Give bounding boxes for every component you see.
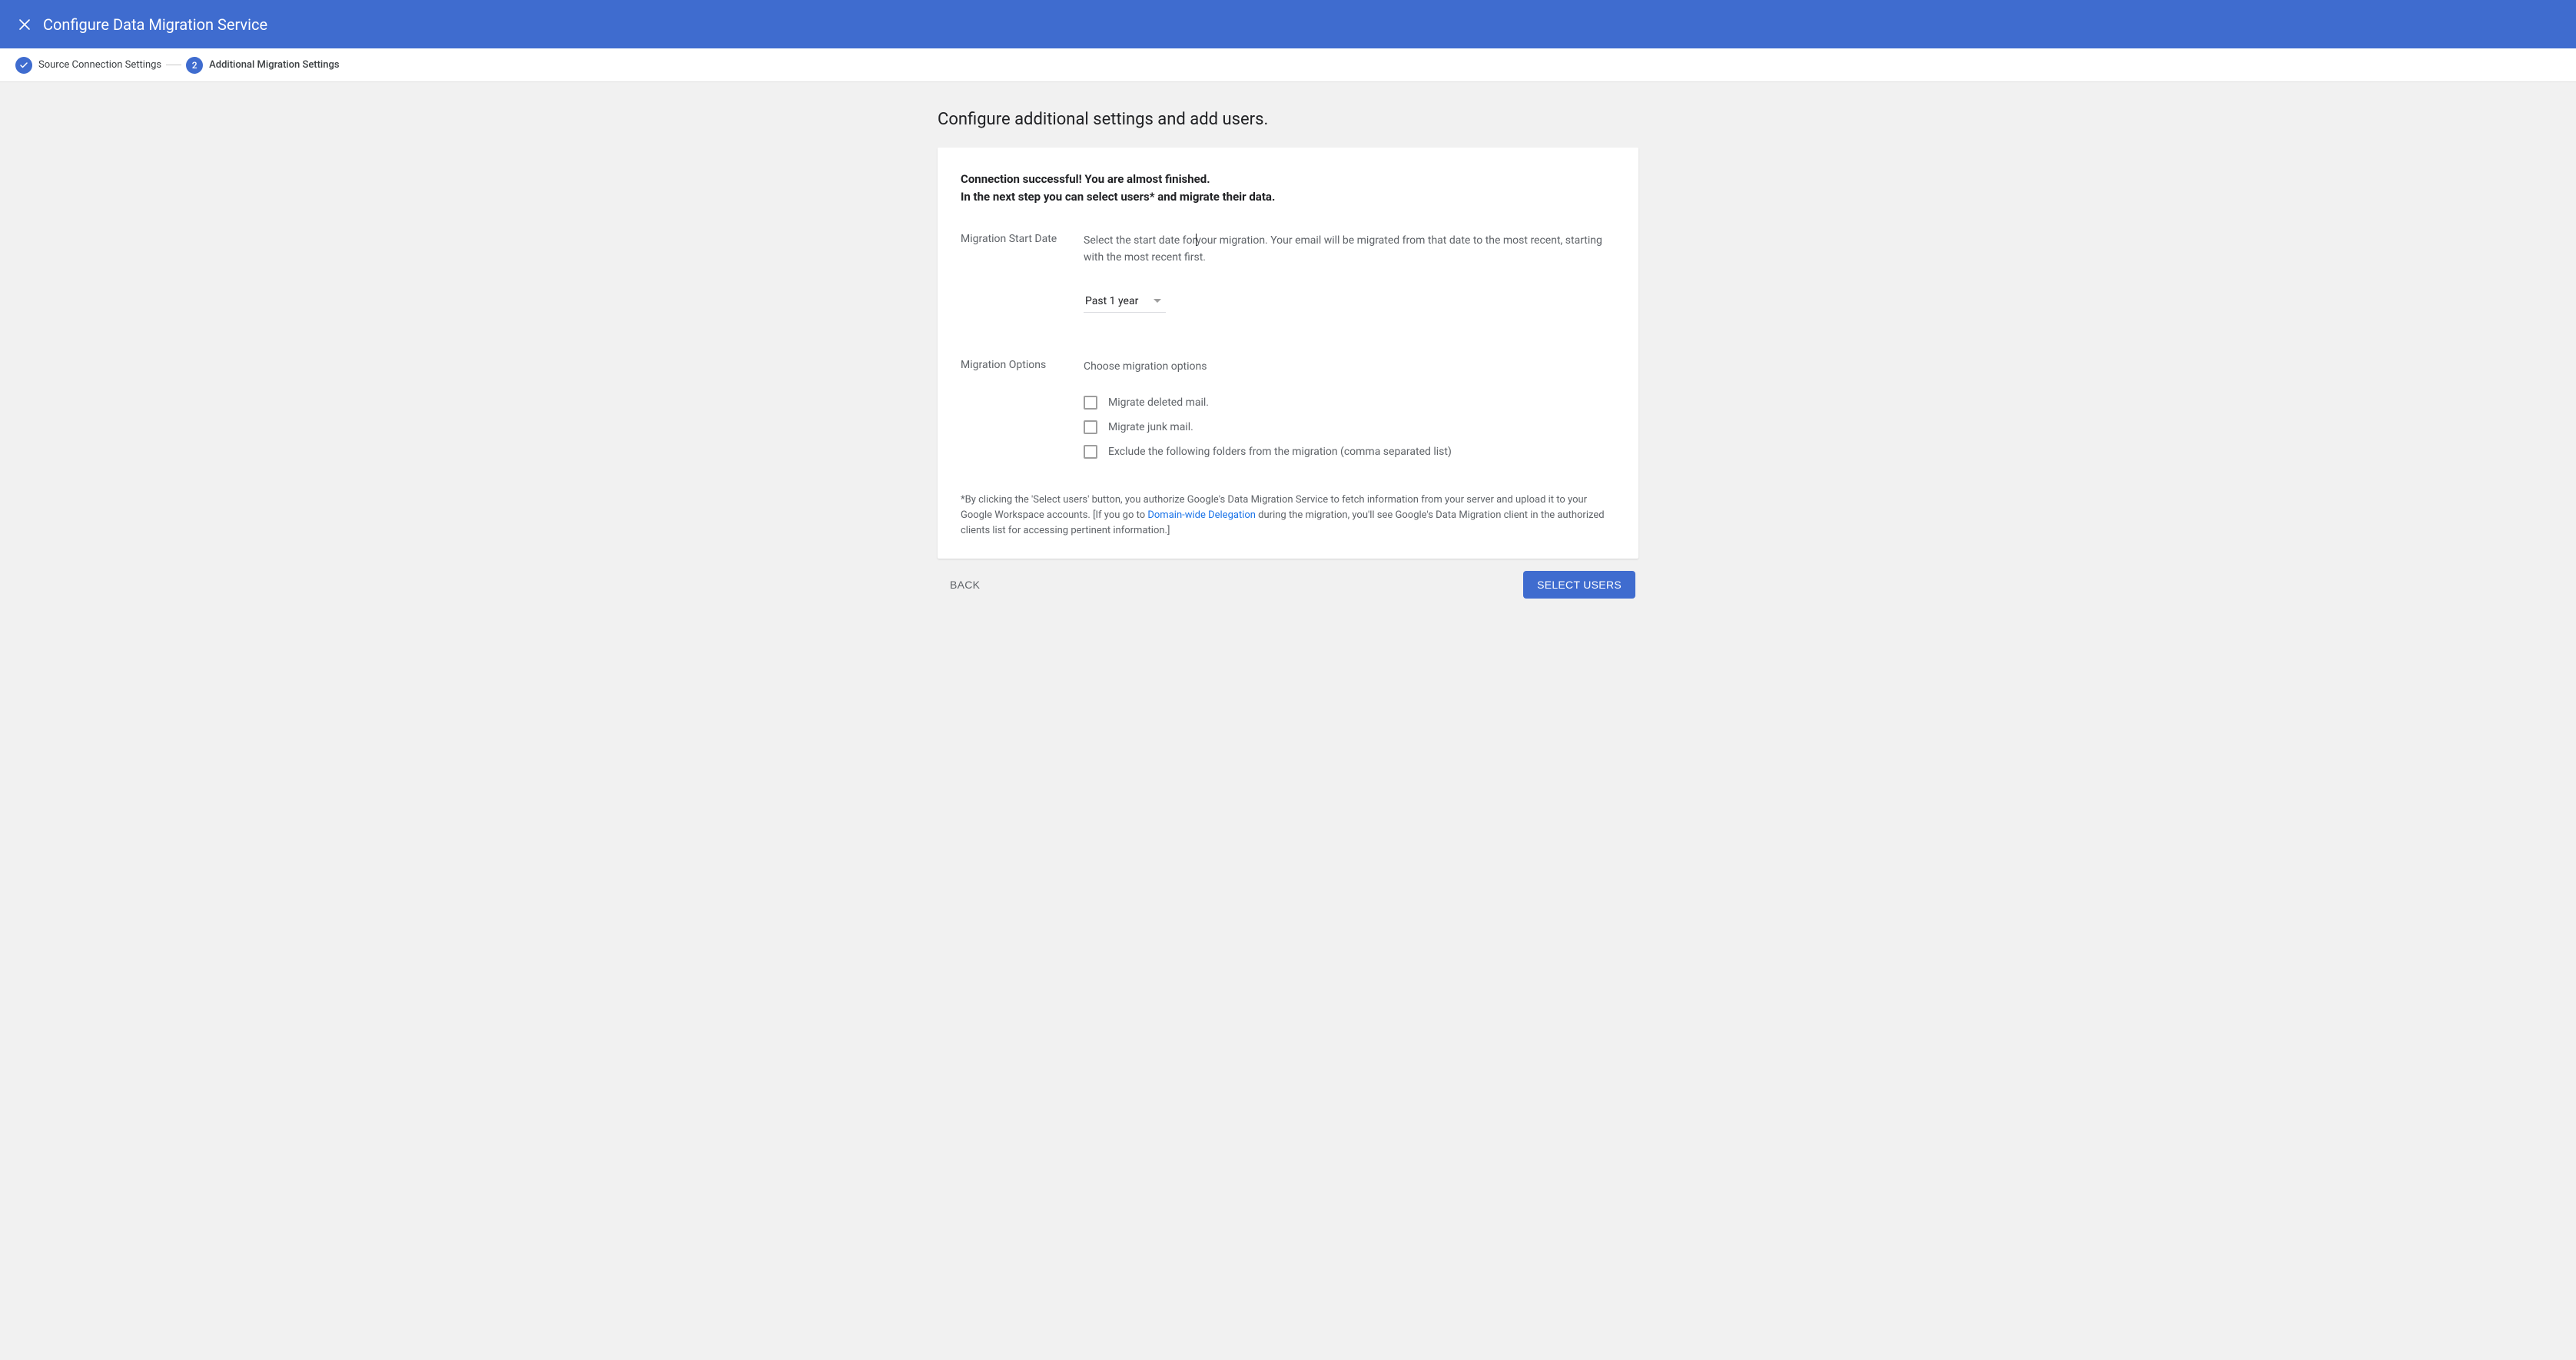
app-header: Configure Data Migration Service (0, 0, 2576, 48)
start-date-help: Select the start date foryour migration.… (1084, 233, 1615, 266)
intro-text: Connection successful! You are almost fi… (961, 171, 1615, 205)
select-value: Past 1 year (1085, 295, 1138, 307)
step-label: Source Connection Settings (38, 59, 161, 71)
option-migrate-deleted[interactable]: Migrate deleted mail. (1084, 396, 1615, 410)
domain-wide-delegation-link[interactable]: Domain-wide Delegation (1147, 509, 1256, 521)
section-body: Select the start date foryour migration.… (1084, 233, 1615, 313)
checkbox-icon (1084, 396, 1097, 410)
stepper: Source Connection Settings 2 Additional … (0, 48, 2576, 82)
footer-actions: BACK SELECT USERS (938, 571, 1638, 599)
page-heading: Configure additional settings and add us… (938, 110, 1638, 129)
checkbox-icon (1084, 420, 1097, 434)
checkbox-label: Migrate junk mail. (1108, 421, 1193, 433)
section-label-options: Migration Options (961, 359, 1068, 459)
options-help: Choose migration options (1084, 359, 1615, 376)
step-label: Additional Migration Settings (209, 59, 339, 71)
section-body: Choose migration options Migrate deleted… (1084, 359, 1615, 459)
back-button[interactable]: BACK (941, 572, 989, 597)
checkbox-icon (1084, 445, 1097, 459)
text-cursor (1196, 234, 1197, 246)
settings-card: Connection successful! You are almost fi… (938, 148, 1638, 559)
option-exclude-folders[interactable]: Exclude the following folders from the m… (1084, 445, 1615, 459)
start-date-select[interactable]: Past 1 year (1084, 292, 1166, 313)
page-container: Configure additional settings and add us… (931, 110, 1645, 629)
section-migration-options: Migration Options Choose migration optio… (961, 359, 1615, 459)
checkbox-label: Migrate deleted mail. (1108, 396, 1209, 409)
step-source-connection[interactable]: Source Connection Settings (15, 57, 161, 74)
checkbox-label: Exclude the following folders from the m… (1108, 446, 1452, 458)
disclaimer-text: *By clicking the 'Select users' button, … (961, 493, 1615, 539)
close-icon[interactable] (15, 15, 34, 34)
step-additional-settings[interactable]: 2 Additional Migration Settings (186, 57, 339, 74)
intro-line1: Connection successful! You are almost fi… (961, 171, 1615, 188)
check-icon (15, 57, 32, 74)
section-label-start-date: Migration Start Date (961, 233, 1068, 313)
step-number-badge: 2 (186, 57, 203, 74)
section-start-date: Migration Start Date Select the start da… (961, 233, 1615, 313)
help-text-prefix: Select the start date for (1084, 234, 1196, 247)
header-title: Configure Data Migration Service (43, 15, 267, 34)
option-migrate-junk[interactable]: Migrate junk mail. (1084, 420, 1615, 434)
intro-line2: In the next step you can select users* a… (961, 188, 1615, 206)
select-users-button[interactable]: SELECT USERS (1523, 571, 1635, 599)
chevron-down-icon (1154, 299, 1161, 303)
